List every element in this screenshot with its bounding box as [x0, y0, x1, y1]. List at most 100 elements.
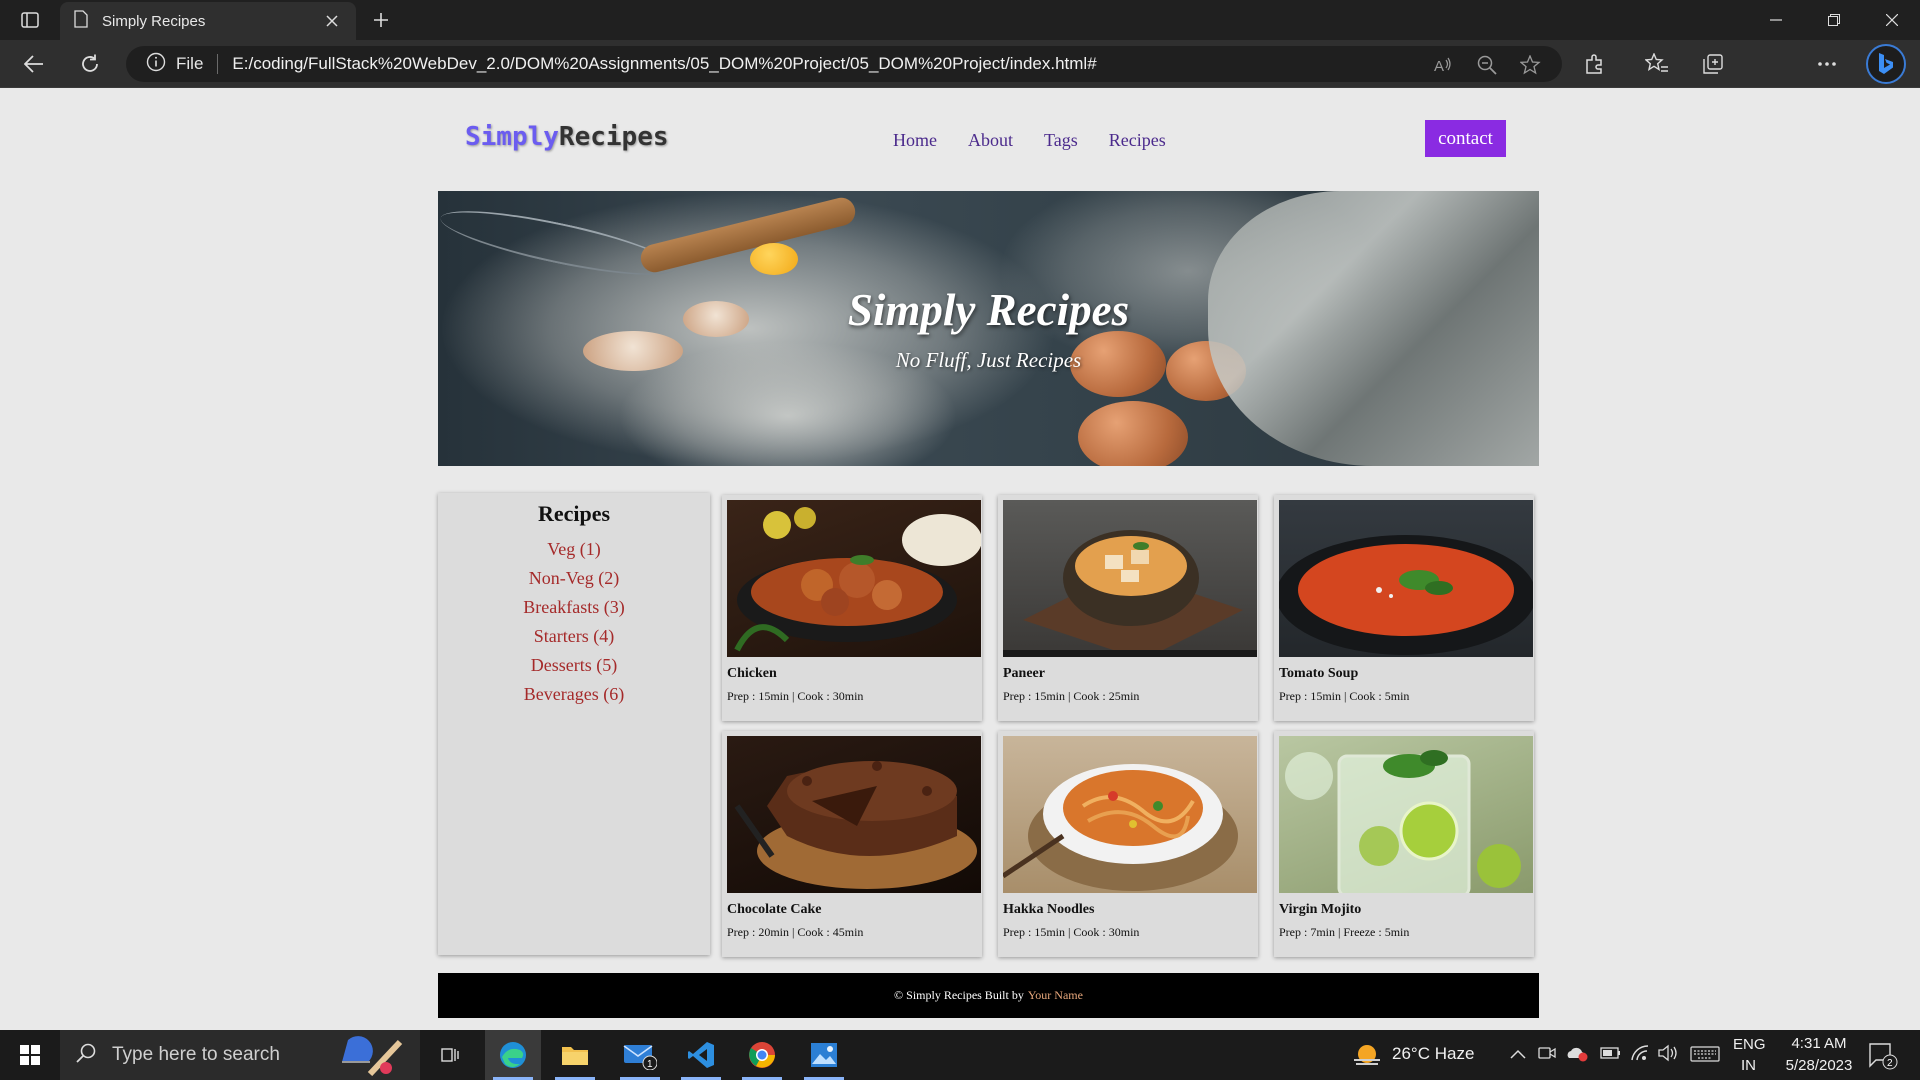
logo-text: Recipes — [558, 122, 669, 152]
mail-badge: 1 — [647, 1059, 653, 1070]
recipe-time-info: Prep : 15min | Cook : 30min — [727, 689, 864, 703]
recipe-card[interactable]: Paneer Prep : 15min | Cook : 25min — [998, 495, 1258, 721]
hero-subtitle: No Fluff, Just Recipes — [895, 348, 1082, 372]
recipe-card[interactable]: Chicken Prep : 15min | Cook : 30min — [722, 495, 982, 721]
recipe-time-info: Prep : 15min | Cook : 5min — [1279, 689, 1410, 703]
meet-now-icon[interactable] — [1538, 1044, 1556, 1067]
page-icon — [74, 9, 88, 33]
sidebar-item-desserts[interactable]: Desserts (5) — [438, 651, 710, 680]
nav-home[interactable]: Home — [893, 130, 937, 151]
recipe-time-info: Prep : 7min | Freeze : 5min — [1279, 925, 1410, 939]
edge-browser-icon[interactable] — [485, 1030, 541, 1080]
file-explorer-icon[interactable] — [547, 1030, 603, 1080]
url-text[interactable]: E:/coding/FullStack%20WebDev_2.0/DOM%20A… — [232, 54, 1096, 74]
recipe-name[interactable]: Chocolate Cake — [727, 902, 822, 918]
collections-icon[interactable] — [1698, 50, 1728, 78]
site-info-label[interactable]: File — [176, 54, 203, 74]
tab-actions-icon[interactable] — [14, 8, 46, 32]
add-favorite-icon[interactable] — [1520, 54, 1542, 76]
recipe-card[interactable]: Tomato Soup Prep : 15min | Cook : 5min — [1274, 495, 1534, 721]
extensions-icon[interactable] — [1580, 50, 1610, 78]
nav-recipes[interactable]: Recipes — [1109, 130, 1166, 151]
clock-time[interactable]: 4:31 AM — [1784, 1035, 1854, 1052]
contact-button[interactable]: contact — [1425, 120, 1506, 157]
windows-taskbar: Type here to search 1 26°C Haze ENG IN 4… — [0, 1030, 1920, 1080]
taskbar-search-placeholder[interactable]: Type here to search — [112, 1044, 280, 1066]
info-icon[interactable] — [146, 52, 166, 77]
hakka-noodles-photo[interactable] — [1003, 736, 1257, 893]
back-arrow-icon[interactable] — [16, 48, 52, 80]
notification-center-icon[interactable]: 2 — [1868, 1042, 1898, 1075]
recipe-name[interactable]: Tomato Soup — [1279, 666, 1358, 682]
mail-icon[interactable]: 1 — [612, 1030, 668, 1080]
zoom-out-icon[interactable] — [1476, 54, 1498, 76]
chrome-icon[interactable] — [734, 1030, 790, 1080]
nav-about[interactable]: About — [968, 130, 1013, 151]
language-indicator-bottom[interactable]: IN — [1741, 1057, 1756, 1074]
new-tab-icon[interactable] — [366, 8, 396, 32]
onedrive-error-icon[interactable] — [1566, 1044, 1588, 1067]
weather-icon[interactable] — [1352, 1042, 1382, 1073]
nav-tags[interactable]: Tags — [1044, 130, 1078, 151]
recipe-card[interactable]: Virgin Mojito Prep : 7min | Freeze : 5mi… — [1274, 731, 1534, 957]
cricket-helmet-icon[interactable] — [328, 1036, 408, 1080]
sidebar-heading: Recipes — [537, 501, 611, 526]
read-aloud-icon[interactable]: A — [1432, 54, 1454, 76]
recipe-name[interactable]: Chicken — [727, 666, 777, 682]
minimize-icon[interactable] — [1748, 0, 1804, 40]
chicken-curry-photo[interactable] — [727, 500, 981, 657]
battery-icon[interactable] — [1600, 1046, 1622, 1065]
taskbar-search-box[interactable]: Type here to search — [60, 1030, 420, 1080]
site-footer: © Simply Recipes Built by Your Name — [438, 973, 1539, 1018]
browser-tab[interactable]: Simply Recipes — [60, 2, 356, 40]
restore-icon[interactable] — [1806, 0, 1862, 40]
chocolate-cake-photo[interactable] — [727, 736, 981, 893]
close-window-icon[interactable] — [1864, 0, 1920, 40]
hero-banner: Simply Recipes No Fluff, Just Recipes — [438, 191, 1539, 466]
footer-author-link[interactable]: Your Name — [1028, 988, 1083, 1003]
windows-start-icon[interactable] — [2, 1030, 58, 1080]
vscode-icon[interactable] — [673, 1030, 729, 1080]
recipe-time-info: Prep : 15min | Cook : 30min — [1003, 925, 1140, 939]
language-indicator-top[interactable]: ENG — [1733, 1036, 1766, 1053]
clock-date[interactable]: 5/28/2023 — [1774, 1057, 1864, 1074]
refresh-icon[interactable] — [72, 48, 108, 80]
weather-text[interactable]: 26°C Haze — [1392, 1044, 1474, 1064]
tab-title: Simply Recipes — [102, 12, 206, 30]
main-nav: Home About Tags Recipes — [893, 130, 1166, 151]
volume-icon[interactable] — [1658, 1044, 1680, 1067]
footer-text: © Simply Recipes Built by — [894, 988, 1024, 1002]
close-tab-icon[interactable] — [322, 11, 342, 31]
sidebar-item-beverages[interactable]: Beverages (6) — [438, 680, 710, 709]
recipe-name[interactable]: Paneer — [1003, 666, 1045, 682]
search-icon — [76, 1043, 96, 1068]
sidebar-item-breakfasts[interactable]: Breakfasts (3) — [438, 593, 710, 622]
url-bar[interactable]: File E:/coding/FullStack%20WebDev_2.0/DO… — [126, 46, 1562, 82]
bing-chat-icon[interactable] — [1866, 44, 1906, 84]
site-logo[interactable]: SimplyRecipes — [465, 122, 669, 152]
recipe-name[interactable]: Hakka Noodles — [1003, 902, 1094, 918]
sidebar-item-non-veg[interactable]: Non-Veg (2) — [438, 564, 710, 593]
recipe-name[interactable]: Virgin Mojito — [1279, 902, 1361, 918]
show-hidden-icons-chevron[interactable] — [1510, 1046, 1526, 1064]
sidebar-item-veg[interactable]: Veg (1) — [438, 535, 710, 564]
task-view-icon[interactable] — [422, 1030, 478, 1080]
photos-icon[interactable] — [796, 1030, 852, 1080]
favorites-icon[interactable] — [1642, 50, 1672, 78]
tomato-soup-photo[interactable] — [1279, 500, 1533, 657]
keyboard-icon[interactable] — [1690, 1046, 1720, 1067]
more-options-icon[interactable] — [1812, 50, 1842, 78]
logo-accent-text: Simply — [465, 122, 559, 152]
sidebar-item-starters[interactable]: Starters (4) — [438, 622, 710, 651]
recipe-card[interactable]: Chocolate Cake Prep : 20min | Cook : 45m… — [722, 731, 982, 957]
svg-text:A: A — [1434, 58, 1444, 74]
notification-badge: 2 — [1887, 1058, 1893, 1069]
hero-title: Simply Recipes — [847, 285, 1130, 335]
recipe-categories-sidebar: Recipes Veg (1) Non-Veg (2) Breakfasts (… — [438, 493, 710, 955]
divider — [217, 54, 219, 74]
wifi-icon[interactable] — [1630, 1044, 1650, 1067]
paneer-curry-photo[interactable] — [1003, 500, 1257, 657]
browser-address-bar: File E:/coding/FullStack%20WebDev_2.0/DO… — [0, 40, 1920, 118]
virgin-mojito-photo[interactable] — [1279, 736, 1533, 893]
recipe-card[interactable]: Hakka Noodles Prep : 15min | Cook : 30mi… — [998, 731, 1258, 957]
